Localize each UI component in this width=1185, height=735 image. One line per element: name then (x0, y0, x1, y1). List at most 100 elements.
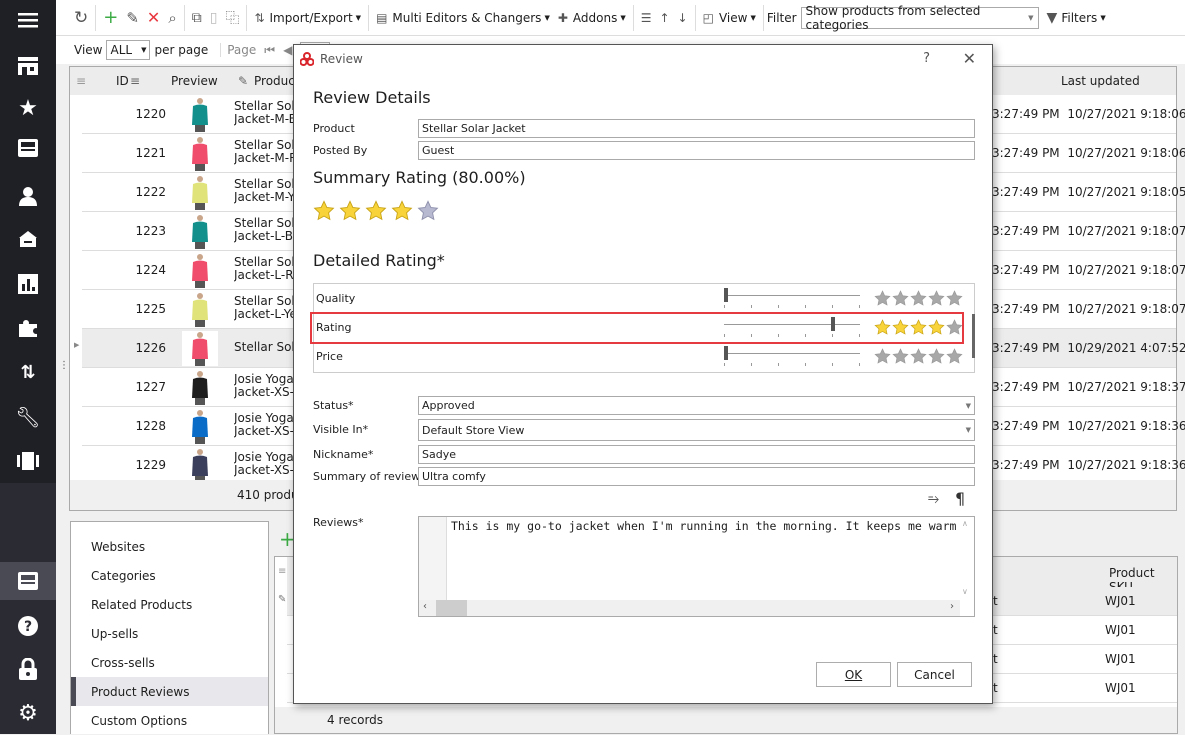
reviews-textarea[interactable]: This is my go-to jacket when I'm running… (418, 516, 975, 617)
nav-item-cross-sells[interactable]: Cross-sells (71, 648, 268, 677)
star-icon[interactable] (874, 290, 891, 307)
star-icon (391, 200, 413, 222)
edit-button[interactable]: ✎ (122, 4, 143, 32)
add-button[interactable]: + (99, 4, 122, 32)
product-thumbnail (182, 136, 218, 171)
nav-item-categories[interactable]: Categories (71, 561, 268, 590)
column-preview[interactable]: Preview (171, 74, 218, 88)
import-export-menu[interactable]: ⇅ Import/Export ▼ (250, 4, 365, 32)
posted-by-field[interactable]: Guest (418, 141, 975, 160)
sidebar-tools[interactable]: 🔧︎ (0, 398, 56, 436)
sidebar-favorites[interactable]: ★ (0, 89, 56, 127)
star-icon[interactable] (946, 348, 963, 365)
star-icon[interactable] (910, 348, 927, 365)
star-icon (313, 200, 335, 222)
dropdown-arrow-icon: ▼ (141, 46, 147, 54)
scroll-right-icon[interactable]: › (950, 601, 954, 612)
sidebar-basket[interactable] (0, 220, 56, 258)
nav-item-up-sells[interactable]: Up-sells (71, 619, 268, 648)
rating-stars[interactable] (874, 348, 963, 365)
sort-desc-button[interactable]: ↓ (674, 4, 692, 32)
nav-item-product-reviews[interactable]: Product Reviews (71, 677, 268, 706)
column-chooser-icon[interactable]: ≡ (76, 74, 86, 88)
splitter-handle[interactable]: ⋮ (59, 360, 69, 371)
scroll-thumb[interactable] (436, 600, 467, 616)
rating-stars[interactable] (874, 290, 963, 307)
per-page-select[interactable]: ALL ▼ (106, 40, 151, 60)
wrench-icon: 🔧︎ (15, 405, 41, 429)
copy-button[interactable]: ⧉ (188, 4, 206, 32)
nickname-field[interactable]: Sadye (418, 445, 975, 464)
sidebar-customers[interactable] (0, 177, 56, 215)
scroll-left-icon[interactable]: ‹ (423, 601, 427, 612)
nav-item-related-products[interactable]: Related Products (71, 590, 268, 619)
refresh-button[interactable]: ↻ (70, 4, 92, 32)
text-format-button[interactable]: ☰ (637, 4, 656, 32)
rating-slider[interactable] (724, 342, 860, 371)
sidebar-carousel[interactable] (0, 442, 56, 480)
visible-in-select[interactable]: Default Store View ▼ (418, 419, 975, 441)
sidebar-lock[interactable] (0, 650, 56, 688)
user-icon (19, 187, 37, 206)
slider-tick (805, 305, 806, 308)
addons-menu[interactable]: ✚ Addons ▼ (554, 4, 630, 32)
rating-slider[interactable] (724, 284, 860, 313)
filters-menu[interactable]: ▼ Filters ▼ (1043, 4, 1110, 32)
slider-tick (724, 363, 725, 366)
star-icon[interactable] (892, 348, 909, 365)
sidebar-help[interactable]: ? (0, 607, 56, 645)
page-label: Page (220, 43, 256, 57)
cell-id: 1223 (135, 224, 166, 238)
slider-thumb[interactable] (724, 346, 728, 360)
view-menu[interactable]: ◰ View ▼ (699, 4, 760, 32)
duplicate-button[interactable]: ⿻ (221, 4, 243, 32)
star-icon[interactable] (892, 290, 909, 307)
star-icon[interactable] (946, 290, 963, 307)
star-icon[interactable] (910, 290, 927, 307)
help-button[interactable]: ? (923, 51, 930, 66)
nav-item-websites[interactable]: Websites (71, 532, 268, 561)
filter-select[interactable]: Show products from selected categories ▼ (800, 4, 1039, 32)
delete-button[interactable]: ✕ (143, 4, 164, 32)
nav-item-custom-options[interactable]: Custom Options (71, 706, 268, 735)
slider-thumb[interactable] (724, 288, 728, 302)
ok-button[interactable]: OK (816, 662, 891, 687)
search-button[interactable]: ⌕ (164, 4, 180, 32)
column-last-updated[interactable]: Last updated (1061, 74, 1140, 88)
product-field[interactable]: Stellar Solar Jacket (418, 119, 975, 138)
slider-track (724, 295, 860, 296)
sidebar-store[interactable] (0, 47, 56, 85)
pilcrow-icon[interactable]: ¶ (955, 489, 965, 508)
status-select[interactable]: Approved ▼ (418, 396, 975, 415)
star-icon[interactable] (874, 348, 891, 365)
multi-editors-menu[interactable]: ▤ Multi Editors & Changers ▼ (372, 4, 554, 32)
cancel-button[interactable]: Cancel (897, 662, 972, 687)
product-thumbnail (182, 214, 218, 249)
scroll-up-icon[interactable]: ∧ (962, 519, 968, 528)
prev-page-icon[interactable]: ◀ (283, 43, 292, 57)
sort-asc-button[interactable]: ↑ (655, 4, 673, 32)
vertical-scrollbar[interactable]: ∧ ∨ (959, 517, 974, 601)
close-button[interactable]: ✕ (963, 49, 976, 68)
rating-list-scrollbar[interactable] (972, 314, 975, 358)
menu-button[interactable] (0, 0, 56, 40)
sidebar-inbox[interactable] (0, 129, 56, 167)
word-wrap-icon[interactable]: ⥱ (928, 491, 939, 507)
scroll-down-icon[interactable]: ∨ (962, 587, 968, 596)
paste-button[interactable]: ▯ (206, 4, 222, 32)
star-icon[interactable] (928, 290, 945, 307)
sidebar-addons[interactable] (0, 309, 56, 347)
sidebar-import-export[interactable]: ⇅ (0, 353, 56, 391)
summary-field[interactable]: Ultra comfy (418, 467, 975, 486)
column-id[interactable]: ID (116, 74, 129, 88)
toolbar-separator (762, 4, 764, 31)
first-page-icon[interactable]: ⏮ (264, 43, 275, 58)
column-chooser-icon[interactable]: ≡ (278, 566, 286, 577)
cell-sku: WJ01 (1105, 652, 1136, 666)
sidebar-reports[interactable] (0, 265, 56, 303)
sidebar-inbox-active[interactable] (0, 562, 56, 600)
star-icon[interactable] (928, 348, 945, 365)
sidebar-settings[interactable]: ⚙ (0, 694, 56, 732)
slider-tick (859, 305, 860, 308)
horizontal-scrollbar[interactable]: ‹ › (419, 600, 960, 616)
